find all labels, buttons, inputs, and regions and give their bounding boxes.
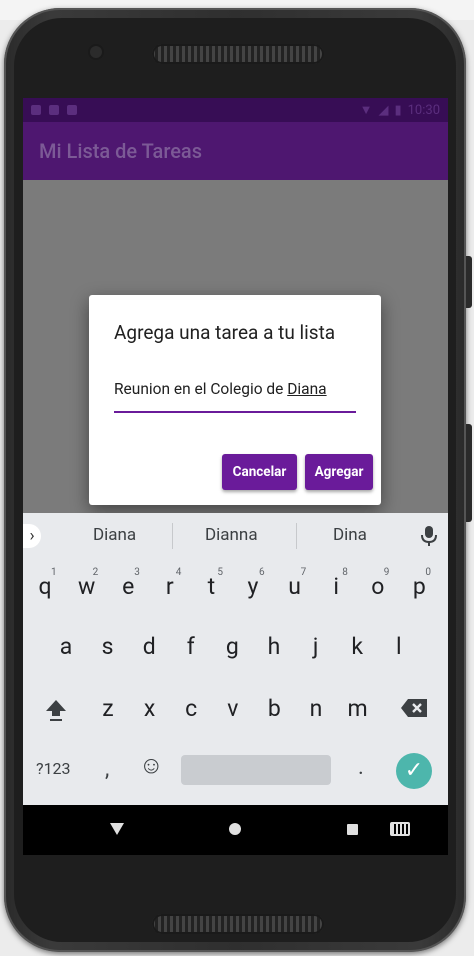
power-button[interactable] [466, 256, 472, 308]
add-task-dialog: Agrega una tarea a tu lista Reunion en e… [89, 295, 381, 505]
chevron-right-icon[interactable]: › [23, 524, 41, 548]
battery-icon: ▮ [394, 102, 402, 118]
key-h[interactable]: h [255, 633, 293, 660]
backspace-icon[interactable] [400, 698, 428, 718]
suggestion-strip: › Diana Dianna Dina [23, 513, 448, 559]
status-bar: ▼ ◢ ▮ 10:30 [23, 98, 448, 122]
navigation-bar [23, 805, 448, 855]
key-s[interactable]: s [89, 633, 127, 660]
status-time: 10:30 [407, 102, 440, 118]
period-key[interactable]: . [358, 755, 364, 780]
key-t[interactable]: t5 [192, 567, 230, 600]
key-x[interactable]: x [131, 695, 169, 722]
device-screen: ▼ ◢ ▮ 10:30 Mi Lista de Tareas + Agrega … [23, 98, 448, 855]
sd-card-icon [67, 105, 77, 115]
key-f[interactable]: f [172, 633, 210, 660]
space-bar[interactable] [181, 755, 331, 785]
dimmed-content[interactable]: + Agrega una tarea a tu lista Reunion en… [23, 180, 448, 623]
bottom-speaker [152, 914, 324, 934]
suggestion-divider [172, 523, 173, 549]
key-l[interactable]: l [380, 633, 418, 660]
key-n[interactable]: n [297, 695, 335, 722]
circle-notification-icon [49, 105, 59, 115]
back-icon[interactable] [110, 823, 124, 835]
settings-notification-icon [31, 105, 41, 115]
key-g[interactable]: g [213, 633, 251, 660]
front-camera [90, 46, 102, 58]
task-input-text: Reunion en el Colegio de [114, 380, 288, 398]
symbols-key[interactable]: ?123 [36, 759, 71, 778]
key-r[interactable]: r4 [151, 567, 189, 600]
key-p[interactable]: p0 [400, 567, 438, 600]
app-bar: Mi Lista de Tareas [23, 122, 448, 180]
key-u[interactable]: u7 [276, 567, 314, 600]
key-c[interactable]: c [172, 695, 210, 722]
key-d[interactable]: d [130, 633, 168, 660]
keyboard-switch-icon[interactable] [390, 822, 410, 836]
add-button[interactable]: Agregar [305, 454, 373, 490]
task-input-composing-word: Diana [287, 380, 327, 398]
key-b[interactable]: b [255, 695, 293, 722]
top-speaker [152, 44, 324, 64]
key-j[interactable]: j [297, 633, 335, 660]
cancel-button[interactable]: Cancelar [222, 454, 297, 490]
suggestion-1[interactable]: Diana [93, 525, 136, 545]
shift-icon[interactable] [43, 697, 69, 723]
emoji-key[interactable]: ☺ [139, 751, 164, 780]
status-right: ▼ ◢ ▮ 10:30 [359, 102, 440, 119]
key-q[interactable]: q1 [26, 567, 64, 600]
home-icon[interactable] [229, 823, 241, 835]
dialog-title: Agrega una tarea a tu lista [114, 321, 336, 344]
key-k[interactable]: k [338, 633, 376, 660]
enter-key[interactable]: ✓ [396, 753, 432, 789]
key-z[interactable]: z [89, 695, 127, 722]
key-w[interactable]: w2 [68, 567, 106, 600]
volume-button[interactable] [466, 424, 472, 522]
key-i[interactable]: i8 [317, 567, 355, 600]
key-m[interactable]: m [339, 695, 377, 722]
wifi-icon: ▼ [359, 103, 373, 118]
comma-key[interactable]: , [105, 757, 109, 782]
recents-icon[interactable] [347, 824, 358, 835]
suggestion-3[interactable]: Dina [333, 525, 367, 545]
app-title: Mi Lista de Tareas [39, 139, 202, 163]
key-e[interactable]: e3 [109, 567, 147, 600]
signal-icon: ◢ [378, 102, 389, 118]
microphone-icon[interactable] [420, 525, 438, 547]
key-y[interactable]: y6 [234, 567, 272, 600]
suggestion-2[interactable]: Dianna [205, 525, 258, 545]
key-o[interactable]: o9 [359, 567, 397, 600]
key-v[interactable]: v [214, 695, 252, 722]
key-a[interactable]: a [47, 633, 85, 660]
soft-keyboard: › Diana Dianna Dina ?123 , ☺ . ✓ q 1 w 2… [23, 513, 448, 805]
suggestion-divider [296, 523, 297, 549]
task-input[interactable]: Reunion en el Colegio de Diana [114, 378, 356, 413]
